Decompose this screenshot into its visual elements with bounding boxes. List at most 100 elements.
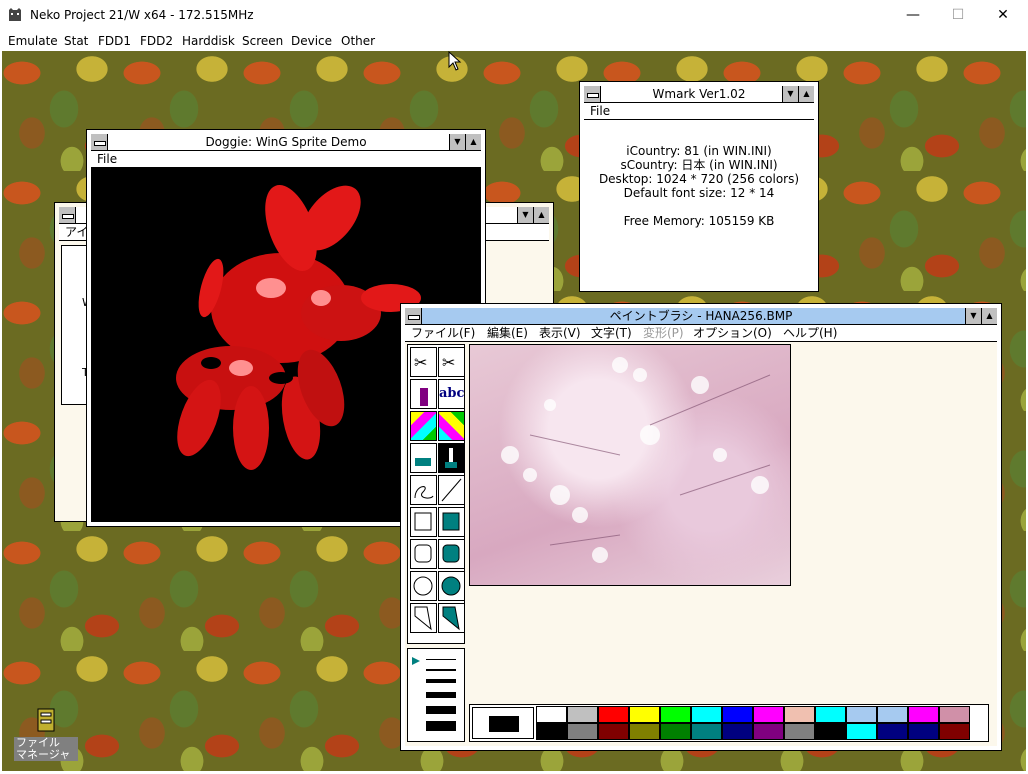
file-manager-label[interactable]: ファイル マネージャ [14,737,78,761]
menu-stat[interactable]: Stat [64,34,88,48]
menu-screen[interactable]: Screen [242,34,283,48]
palette-color-swatch[interactable] [846,706,877,723]
emulated-desktop[interactable]: ▼ ▲ アイ W T Doggie: WinG Sprite Demo ▼ ▲ … [2,51,1026,771]
eraser-icon[interactable] [438,411,465,441]
maximize-arrow-icon[interactable]: ▲ [533,207,549,223]
polygon-icon[interactable] [410,603,437,633]
palette-color-swatch[interactable] [629,723,660,740]
menu-fdd1[interactable]: FDD1 [98,34,131,48]
menu-help[interactable]: ヘルプ(H) [783,325,837,341]
filled-rounded-rectangle-icon[interactable] [438,539,465,569]
palette-color-swatch[interactable] [536,723,567,740]
doggie-title: Doggie: WinG Sprite Demo [205,135,367,149]
rectangle-icon[interactable] [410,507,437,537]
maximize-arrow-icon[interactable]: ▲ [981,308,997,324]
color-palette[interactable] [469,704,989,742]
color-eraser-icon[interactable] [410,411,437,441]
doggie-menu-file[interactable]: File [97,151,117,167]
maximize-arrow-icon[interactable]: ▲ [465,134,481,150]
palette-color-swatch[interactable] [691,706,722,723]
palette-color-swatch[interactable] [939,723,970,740]
menu-file[interactable]: ファイル(F) [411,325,475,341]
palette-color-swatch[interactable] [660,723,691,740]
palette-color-swatch[interactable] [908,723,939,740]
behind-menu-fragment[interactable]: アイ [65,224,88,240]
current-colors [472,707,534,739]
line-icon[interactable] [438,475,465,505]
minimize-arrow-icon[interactable]: ▼ [965,308,981,324]
minimize-arrow-icon[interactable]: ▼ [517,207,533,223]
system-menu-box[interactable] [59,207,76,223]
line-width-selector[interactable] [408,649,464,741]
system-menu-box[interactable] [584,86,601,102]
wmark-caption[interactable]: Wmark Ver1.02 ▼ ▲ [584,86,814,103]
curve-icon[interactable] [410,475,437,505]
menu-fdd2[interactable]: FDD2 [140,34,173,48]
menu-edit[interactable]: 編集(E) [487,325,528,341]
minimize-arrow-icon[interactable]: ▼ [782,86,798,102]
brush-icon[interactable] [438,443,465,473]
palette-color-swatch[interactable] [598,723,629,740]
system-menu-box[interactable] [91,134,108,150]
palette-color-swatch[interactable] [815,706,846,723]
paintbrush-menubar: ファイル(F) 編集(E) 表示(V) 文字(T) 変形(P) オプション(O)… [405,325,997,342]
palette-color-swatch[interactable] [691,723,722,740]
paintbrush-caption[interactable]: ペイントブラシ - HANA256.BMP ▼ ▲ [405,308,997,325]
menu-view[interactable]: 表示(V) [539,325,581,341]
doggie-caption[interactable]: Doggie: WinG Sprite Demo ▼ ▲ [91,134,481,151]
filled-polygon-icon[interactable] [438,603,465,633]
menu-text[interactable]: 文字(T) [591,325,632,341]
maximize-arrow-icon[interactable]: ▲ [798,86,814,102]
palette-color-swatch[interactable] [815,723,846,740]
palette-color-swatch[interactable] [784,706,815,723]
wmark-menu-file[interactable]: File [590,103,610,119]
wmark-line: sCountry: 日本 (in WIN.INI) [620,158,778,172]
airbrush-icon[interactable] [410,379,437,409]
filled-circle-icon[interactable] [438,571,465,601]
palette-color-swatch[interactable] [567,723,598,740]
minimize-arrow-icon[interactable]: ▼ [449,134,465,150]
system-menu-box[interactable] [405,308,422,324]
menu-other[interactable]: Other [341,34,375,48]
rounded-rectangle-icon[interactable] [410,539,437,569]
wmark-line: Default font size: 12 * 14 [623,186,775,200]
palette-color-swatch[interactable] [567,706,598,723]
palette-color-swatch[interactable] [629,706,660,723]
cherry-blossom-image [501,357,771,563]
palette-color-swatch[interactable] [939,706,970,723]
scissors-icon[interactable]: ✂ [438,347,465,377]
filled-rectangle-icon[interactable] [438,507,465,537]
palette-color-swatch[interactable] [908,706,939,723]
file-manager-icon[interactable] [36,707,56,733]
palette-color-swatch[interactable] [877,706,908,723]
menu-harddisk[interactable]: Harddisk [182,34,235,48]
menu-emulate[interactable]: Emulate [8,34,58,48]
palette-color-swatch[interactable] [598,706,629,723]
palette-color-swatch[interactable] [877,723,908,740]
minimize-button[interactable]: — [890,4,936,28]
palette-color-swatch[interactable] [846,723,877,740]
palette-color-swatch[interactable] [753,706,784,723]
palette-color-swatch[interactable] [536,706,567,723]
wmark-info: iCountry: 81 (in WIN.INI) sCountry: 日本 (… [584,144,814,228]
close-button[interactable]: ✕ [980,4,1026,28]
scissors-pick-icon[interactable]: ✂ [410,347,437,377]
maximize-button[interactable]: ☐ [935,4,981,28]
wmark-window[interactable]: Wmark Ver1.02 ▼ ▲ File iCountry: 81 (in … [579,81,819,292]
menu-device[interactable]: Device [291,34,332,48]
circle-icon[interactable] [410,571,437,601]
paintbrush-window[interactable]: ペイントブラシ - HANA256.BMP ▼ ▲ ファイル(F) 編集(E) … [400,303,1002,751]
palette-color-swatch[interactable] [722,723,753,740]
text-tool[interactable]: abc [438,379,465,409]
palette-color-swatch[interactable] [784,723,815,740]
palette-color-swatch[interactable] [722,706,753,723]
line-width-box[interactable] [407,648,465,742]
palette-color-swatch[interactable] [753,723,784,740]
palette-color-swatch[interactable] [660,706,691,723]
paint-roller-icon[interactable] [410,443,437,473]
menu-options[interactable]: オプション(O) [693,325,772,341]
doggie-menubar: File [91,151,481,168]
file-manager-label-line: マネージャ [16,748,71,761]
image-canvas[interactable] [469,344,791,586]
menu-pick[interactable]: 変形(P) [643,325,684,341]
